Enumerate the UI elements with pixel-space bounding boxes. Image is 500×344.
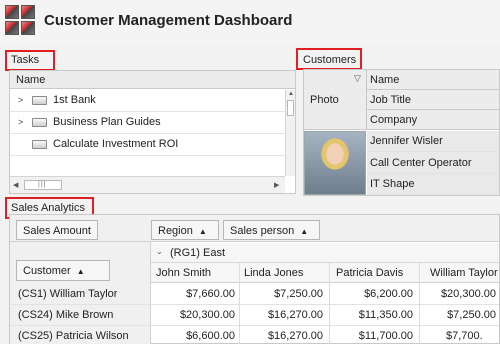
app-logo-icon [5, 5, 35, 35]
jobtitle-field-header[interactable]: Job Title [367, 90, 499, 110]
value-cell[interactable]: $11,700.00 [329, 330, 413, 342]
column-header[interactable]: William Taylor [430, 267, 498, 279]
folder-icon [32, 96, 47, 105]
scroll-up-arrow-icon[interactable]: ▲ [288, 91, 294, 97]
value-cell[interactable]: $20,300.00 [416, 288, 496, 300]
expand-chevron-icon[interactable]: > [18, 95, 23, 105]
salesperson-column-headers: John Smith Linda Jones Patricia Davis Wi… [151, 263, 499, 283]
expand-chevron-icon[interactable]: > [18, 117, 23, 127]
title-bar: Customer Management Dashboard [0, 0, 500, 44]
tasks-horizontal-scrollbar[interactable]: ◀ ||| ▶ [10, 176, 285, 193]
tasks-name-header: Name [16, 74, 46, 86]
column-divider [419, 263, 420, 344]
sales-amount-field-button[interactable]: Sales Amount [16, 220, 98, 240]
scroll-thumb[interactable] [287, 100, 294, 116]
customers-section-label: Customers [303, 54, 357, 66]
sort-ascending-icon: ▲ [198, 227, 207, 236]
column-divider [329, 263, 330, 344]
sales-amount-label: Sales Amount [23, 225, 91, 237]
value-cell[interactable]: $6,200.00 [329, 288, 413, 300]
sort-ascending-icon: ▲ [300, 227, 309, 236]
pivot-grid[interactable]: Sales Amount Region ▲ Sales person ▲ ⌄ (RG… [9, 214, 500, 344]
scroll-right-arrow-icon[interactable]: ▶ [274, 181, 279, 189]
task-label: Calculate Investment ROI [53, 138, 179, 150]
salesperson-label: Sales person [230, 225, 295, 237]
tasks-tree[interactable]: Name > 1st Bank > Business Plan Guides C… [9, 70, 296, 194]
task-label: Business Plan Guides [53, 116, 161, 128]
customer-label: (CS25) Patricia Wilson [18, 330, 129, 342]
value-cell[interactable]: $7,700. [446, 330, 499, 342]
customer-photo [304, 131, 366, 195]
record-name: Jennifer Wisler [370, 135, 443, 147]
record-company-cell[interactable]: IT Shape [367, 174, 499, 195]
name-field-label: Name [370, 74, 400, 86]
value-cell[interactable]: $16,270.00 [239, 330, 323, 342]
record-company: IT Shape [370, 178, 415, 190]
tasks-section-label: Tasks [11, 54, 40, 66]
region-label: Region [158, 225, 193, 237]
grip-icon: ||| [38, 181, 47, 188]
company-field-label: Company [370, 114, 418, 126]
jobtitle-field-label: Job Title [370, 94, 411, 106]
value-cell[interactable]: $16,270.00 [239, 309, 323, 321]
app-title: Customer Management Dashboard [44, 12, 293, 29]
photo-header-label: Photo [310, 94, 339, 106]
customer-label: (CS24) Mike Brown [18, 309, 114, 321]
scroll-left-arrow-icon[interactable]: ◀ [13, 181, 18, 189]
column-header[interactable]: Patricia Davis [336, 267, 403, 279]
photo-header[interactable]: Photo ▽ [304, 70, 367, 130]
value-cell[interactable]: $7,250.00 [416, 309, 496, 321]
value-cell[interactable]: $20,300.00 [151, 309, 235, 321]
customer-label: (CS1) William Taylor [18, 288, 118, 300]
analytics-section-label: Sales Analytics [11, 202, 85, 214]
record-jobtitle: Call Center Operator [370, 157, 472, 169]
pivot-row[interactable]: (CS1) William Taylor $7,660.00 $7,250.00… [10, 284, 499, 305]
company-field-header[interactable]: Company [367, 110, 499, 130]
task-label: 1st Bank [53, 94, 96, 106]
value-cell[interactable]: $7,250.00 [239, 288, 323, 300]
customer-field-label: Customer [23, 265, 71, 277]
name-field-header[interactable]: Name [367, 70, 499, 90]
task-row[interactable]: Calculate Investment ROI [10, 134, 285, 156]
customers-card-view[interactable]: Photo ▽ Name Job Title Company Jennifer … [303, 69, 500, 196]
record-name-cell[interactable]: Jennifer Wisler [367, 131, 499, 152]
tasks-column-header[interactable]: Name [10, 71, 295, 89]
filter-icon[interactable]: ▽ [354, 73, 361, 84]
folder-icon [32, 118, 47, 127]
record-jobtitle-cell[interactable]: Call Center Operator [367, 152, 499, 174]
salesperson-field-button[interactable]: Sales person ▲ [223, 220, 320, 240]
folder-icon [32, 140, 47, 149]
region-field-button[interactable]: Region ▲ [151, 220, 219, 240]
value-cell[interactable]: $7,660.00 [151, 288, 235, 300]
pivot-row[interactable]: (CS24) Mike Brown $20,300.00 $16,270.00 … [10, 305, 499, 326]
region-group-header[interactable]: ⌄ (RG1) East [151, 243, 499, 263]
pivot-row[interactable]: (CS25) Patricia Wilson $6,600.00 $16,270… [10, 326, 499, 344]
column-header[interactable]: John Smith [156, 267, 211, 279]
task-row[interactable]: > Business Plan Guides [10, 112, 285, 134]
value-cell[interactable]: $11,350.00 [329, 309, 413, 321]
region-group-label: (RG1) East [170, 247, 226, 259]
task-row[interactable]: > 1st Bank [10, 90, 285, 112]
scroll-thumb[interactable]: ||| [24, 180, 62, 190]
sort-ascending-icon: ▲ [76, 267, 85, 276]
column-divider [239, 263, 240, 344]
customer-field-button[interactable]: Customer ▲ [16, 260, 110, 281]
value-cell[interactable]: $6,600.00 [151, 330, 235, 342]
column-header[interactable]: Linda Jones [244, 267, 303, 279]
collapse-chevron-icon[interactable]: ⌄ [156, 247, 163, 256]
tasks-vertical-scrollbar[interactable]: ▲ [285, 90, 295, 176]
